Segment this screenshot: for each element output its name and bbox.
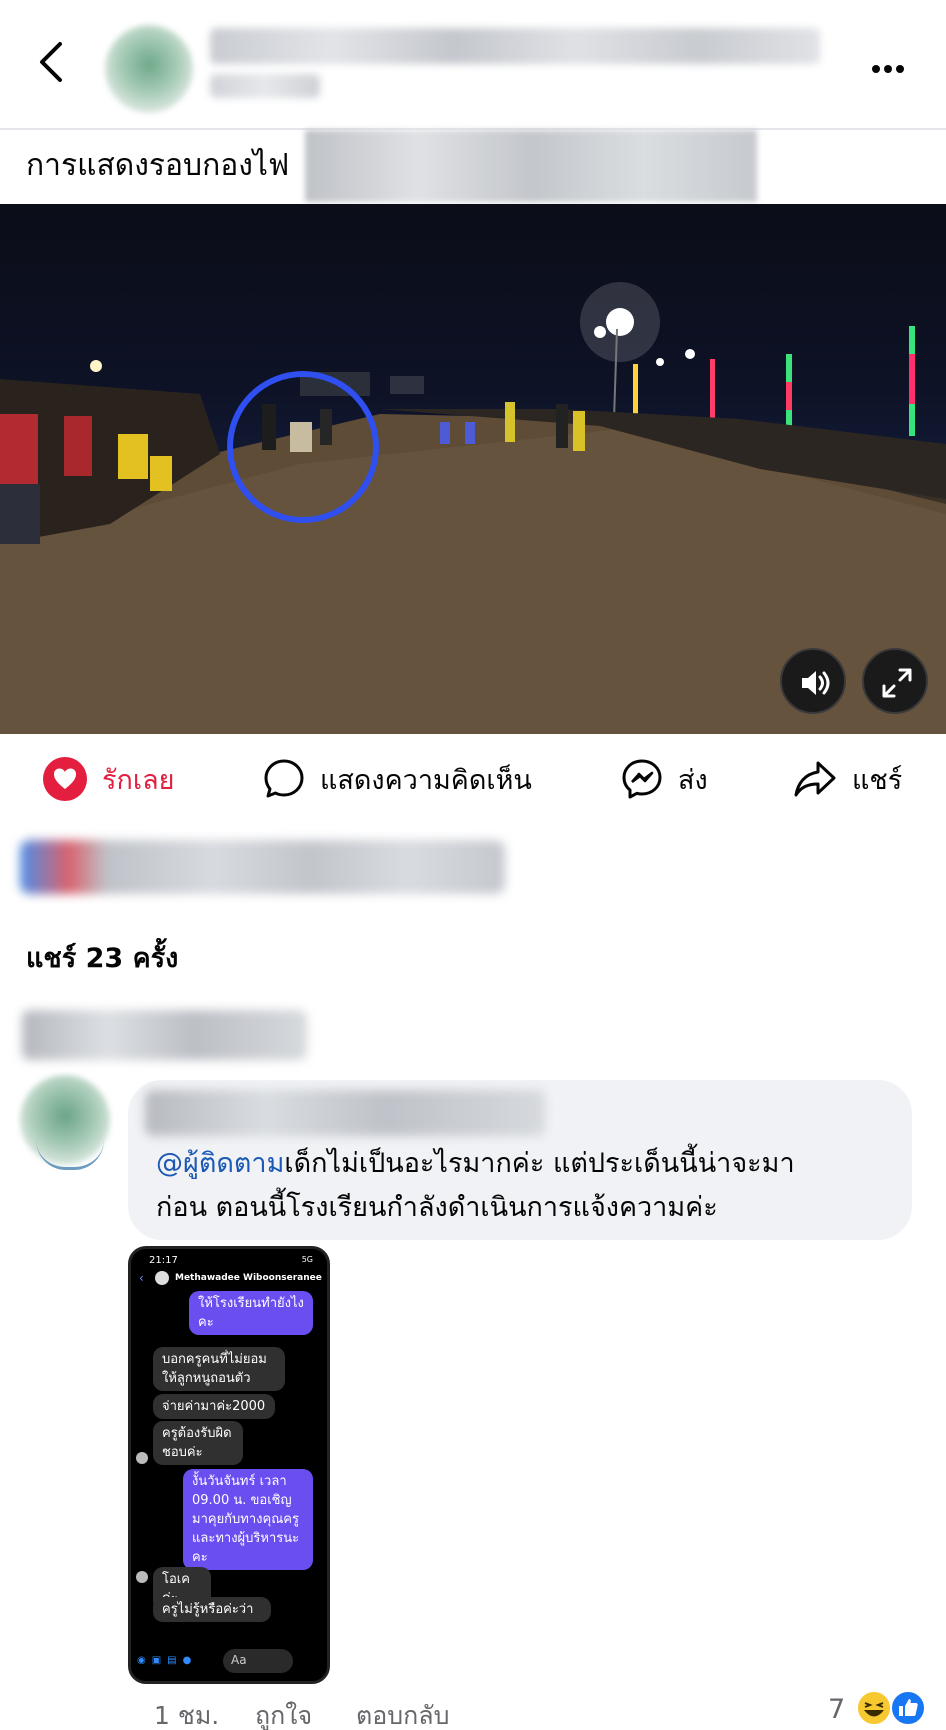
phone-chat-avatar: [155, 1271, 169, 1285]
haha-emoji-icon: [856, 1690, 892, 1726]
page-avatar[interactable]: [105, 25, 193, 113]
share-icon: [794, 761, 836, 797]
chat-message: ครูไม่รู้หรือค่ะว่า: [153, 1597, 271, 1622]
commenter-avatar-badge: [36, 1140, 104, 1170]
share-label: แชร์: [852, 764, 903, 796]
phone-time: 21:17: [149, 1255, 178, 1266]
comment-reply-button[interactable]: ตอบกลับ: [356, 1696, 449, 1730]
chat-message: ให้โรงเรียนทำยังไงคะ: [189, 1291, 313, 1335]
comment-text-line1: เด็กไม่เป็นอะไรมากค่ะ แต่ประเด็นนี้น่าจะ…: [284, 1148, 795, 1179]
phone-chat-name: Methawadee Wiboonseranee: [175, 1273, 322, 1283]
comment-text-line2: ก่อน ตอนนี้โรงเรียนกำลังดำเนินการแจ้งควา…: [156, 1192, 718, 1223]
share-button[interactable]: แชร์: [792, 736, 902, 822]
more-icon[interactable]: [872, 58, 912, 73]
phone-back-icon: ‹: [139, 1271, 144, 1285]
love-button[interactable]: รักเลย: [42, 736, 174, 822]
comment-time: 1 ชม.: [154, 1701, 220, 1730]
chat-message: บอกครูคนที่ไม่ยอมให้ลูกหนูถอนตัว: [153, 1347, 285, 1391]
commenter-name-redacted[interactable]: [145, 1090, 545, 1136]
comment-mention[interactable]: @ผู้ติดตาม: [156, 1148, 284, 1179]
comment-button[interactable]: แสดงความคิดเห็น: [262, 736, 532, 822]
phone-input-field: Aa: [223, 1649, 293, 1673]
heart-icon: [43, 757, 87, 801]
like-emoji-icon: [890, 1690, 926, 1726]
messenger-icon: [622, 759, 662, 799]
love-label: รักเลย: [102, 764, 175, 796]
phone-signal: 5G: [301, 1255, 313, 1264]
chat-message: ครูต้องรับผิดชอบค่ะ: [153, 1421, 243, 1465]
comment-attachment-image[interactable]: 21:17 5G ‹ Methawadee Wiboonseranee ให้โ…: [128, 1246, 330, 1684]
send-button[interactable]: ส่ง: [620, 736, 708, 822]
volume-icon: [802, 671, 830, 695]
send-label: ส่ง: [678, 764, 708, 796]
fullscreen-icon: [882, 668, 912, 698]
comment-filter-redacted[interactable]: [22, 1010, 307, 1060]
post-header: [0, 0, 946, 130]
fullscreen-button[interactable]: [862, 648, 928, 714]
phone-input-bar: ◉▣▤● Aa: [131, 1641, 327, 1681]
page-name-redacted[interactable]: [210, 28, 820, 64]
chat-avatar-icon: [136, 1452, 148, 1464]
chat-message: จ่ายค่ามาค่ะ2000: [153, 1394, 275, 1419]
back-arrow-icon[interactable]: [30, 40, 74, 84]
phone-input-icons: ◉▣▤●: [137, 1655, 198, 1666]
chat-message: งั้นวันจันทร์ เวลา 09.00 น. ขอเชิญมาคุยก…: [183, 1469, 313, 1570]
chat-avatar-icon: [136, 1571, 148, 1583]
caption-redacted: [305, 130, 757, 202]
video-player[interactable]: [0, 204, 946, 734]
comment-reaction-count[interactable]: 7: [828, 1694, 845, 1725]
volume-button[interactable]: [780, 648, 846, 714]
post-actions: รักเลย แสดงความคิดเห็น ส่ง แชร์: [0, 736, 946, 822]
post-time-redacted: [210, 74, 320, 98]
comment-like-button[interactable]: ถูกใจ: [255, 1696, 312, 1730]
caption-text: การแสดงรอบกองไฟ: [26, 148, 290, 183]
share-count[interactable]: แชร์ 23 ครั้ง: [26, 936, 178, 979]
comment-text: @ผู้ติดตามเด็กไม่เป็นอะไรมากค่ะ แต่ประเด…: [156, 1142, 896, 1230]
reactions-summary-redacted[interactable]: [20, 840, 505, 894]
comment-icon: [264, 759, 304, 798]
comment-label: แสดงความคิดเห็น: [320, 764, 532, 796]
